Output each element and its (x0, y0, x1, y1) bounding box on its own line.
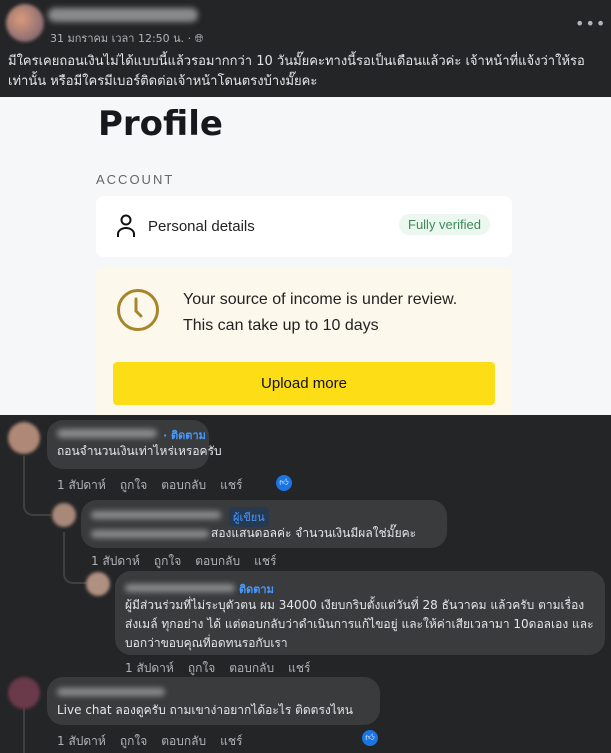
comment-time[interactable]: 1 สัปดาห์ (57, 476, 106, 495)
share-button[interactable]: แชร์ (220, 476, 242, 495)
profile-title: Profile (98, 104, 223, 144)
reply-button[interactable]: ตอบกลับ (229, 659, 274, 678)
post-text: มีใครเคยถอนเงินไม่ได้แบบนี้แล้วรอมากกว่า… (8, 54, 585, 89)
avatar[interactable] (6, 4, 44, 42)
like-button[interactable]: ถูกใจ (120, 476, 147, 495)
share-button[interactable]: แชร์ (220, 732, 242, 751)
commenter-name-blurred[interactable] (91, 511, 221, 519)
commenter-avatar[interactable] (8, 422, 40, 454)
comment-actions: 1 สัปดาห์ ถูกใจ ตอบกลับ แชร์ (125, 659, 310, 678)
thread-line (23, 456, 51, 516)
reply-button[interactable]: ตอบกลับ (161, 732, 206, 751)
like-reaction-icon[interactable]: 👍︎ (276, 475, 292, 491)
upload-more-button[interactable]: Upload more (113, 362, 495, 405)
comment-time[interactable]: 1 สัปดาห์ (125, 659, 174, 678)
post-header: 31 มกราคม เวลา 12:50 น. · 🌐︎ ••• มีใครเค… (0, 0, 611, 97)
share-button[interactable]: แชร์ (254, 552, 276, 571)
commenter-name-blurred[interactable] (125, 584, 235, 592)
globe-icon: 🌐︎ (194, 32, 204, 45)
comment-actions: 1 สัปดาห์ ถูกใจ ตอบกลับ แชร์ (91, 552, 276, 571)
commenter-name-blurred[interactable] (57, 688, 165, 696)
comment-text: Live chat ลองดูครับ ถามเขาง่าอยากได้อะไร… (57, 703, 353, 717)
like-button[interactable]: ถูกใจ (120, 732, 147, 751)
comment-time[interactable]: 1 สัปดาห์ (91, 552, 140, 571)
author-name-blurred[interactable] (48, 8, 198, 22)
comment-text: ถอนจำนวนเงินเท่าไหร่เหรอครับ (57, 444, 222, 458)
like-reaction-icon[interactable]: 👍︎ (362, 730, 378, 746)
comment-text: ผู้มีส่วนร่วมที่ไม่ระบุตัวตน ผม 34000 เง… (125, 598, 594, 650)
clock-icon (117, 289, 159, 331)
reply-button[interactable]: ตอบกลับ (161, 476, 206, 495)
like-button[interactable]: ถูกใจ (188, 659, 215, 678)
more-options-icon[interactable]: ••• (575, 14, 606, 33)
commenter-name-blurred[interactable] (57, 429, 157, 438)
verified-badge: Fully verified (399, 214, 490, 235)
post-date[interactable]: 31 มกราคม เวลา 12:50 น. · 🌐︎ (50, 29, 203, 47)
thread-line (23, 708, 25, 753)
tagged-name-blurred[interactable] (91, 530, 209, 538)
comment-actions: 1 สัปดาห์ ถูกใจ ตอบกลับ แชร์ (57, 732, 242, 751)
commenter-avatar[interactable] (8, 677, 40, 709)
personal-details-label: Personal details (148, 218, 255, 235)
share-button[interactable]: แชร์ (288, 659, 310, 678)
comment-text: สองแสนดอลค่ะ จำนวนเงินมีผลใช่มั๊ยคะ (211, 526, 417, 540)
review-text: Your source of income is under review. Th… (183, 291, 458, 334)
comment-actions: 1 สัปดาห์ ถูกใจ ตอบกลับ แชร์ (57, 476, 242, 495)
comment-time[interactable]: 1 สัปดาห์ (57, 732, 106, 751)
reply-button[interactable]: ตอบกลับ (195, 552, 240, 571)
commenter-avatar[interactable] (52, 503, 76, 527)
person-icon (117, 214, 135, 237)
like-button[interactable]: ถูกใจ (154, 552, 181, 571)
commenter-avatar[interactable] (86, 572, 110, 596)
account-section-label: ACCOUNT (96, 172, 175, 187)
